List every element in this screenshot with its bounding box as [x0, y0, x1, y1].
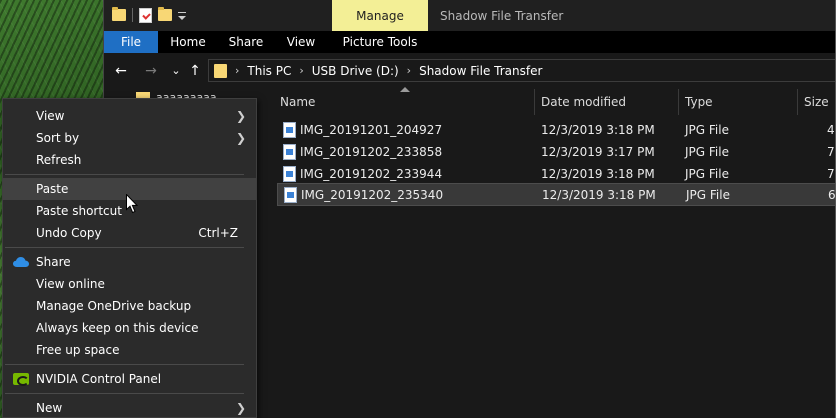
folder-icon — [214, 63, 227, 78]
file-type: JPG File — [685, 167, 729, 181]
recent-locations-icon[interactable]: ⌄ — [168, 63, 184, 79]
title-bar: Manage Shadow File Transfer — [104, 0, 835, 31]
menu-item-always-keep[interactable]: Always keep on this device — [3, 317, 256, 339]
image-file-icon — [284, 187, 297, 203]
file-type: JPG File — [685, 145, 729, 159]
chevron-right-icon[interactable]: › — [299, 64, 303, 77]
column-header-type[interactable]: Type — [679, 89, 797, 115]
menu-item-label: Paste — [36, 182, 69, 196]
image-file-icon — [283, 166, 296, 182]
menu-item-label: Sort by — [36, 131, 80, 145]
file-size: 7, — [827, 167, 835, 181]
chevron-right-icon[interactable]: › — [407, 64, 411, 77]
menu-item-label: View online — [36, 277, 105, 291]
file-name: IMG_20191202_235340 — [301, 188, 444, 202]
menu-item-label: New — [36, 401, 63, 415]
file-type: JPG File — [686, 188, 730, 202]
breadcrumb-shadow-file-transfer[interactable]: Shadow File Transfer — [419, 64, 542, 78]
menu-separator — [5, 174, 244, 175]
customize-toolbar-icon[interactable] — [178, 12, 186, 20]
quick-access-toolbar — [112, 6, 186, 24]
menu-item-label: Manage OneDrive backup — [36, 299, 192, 313]
tab-view[interactable]: View — [276, 31, 326, 53]
menu-item-label: Paste shortcut — [36, 204, 122, 218]
nvidia-icon — [13, 373, 29, 386]
toolbar-divider — [132, 8, 133, 22]
onedrive-cloud-icon — [13, 257, 29, 267]
image-file-icon — [283, 144, 296, 160]
menu-item-view-online[interactable]: View online — [3, 273, 256, 295]
menu-item-label: Free up space — [36, 343, 120, 357]
file-date: 12/3/2019 3:18 PM — [542, 188, 656, 202]
menu-item-new[interactable]: New ❯ — [3, 397, 256, 418]
file-name: IMG_20191202_233944 — [300, 167, 443, 181]
image-file-icon — [283, 122, 296, 138]
chevron-right-icon: ❯ — [235, 401, 246, 415]
menu-item-share[interactable]: Share — [3, 251, 256, 273]
menu-item-manage-onedrive-backup[interactable]: Manage OneDrive backup — [3, 295, 256, 317]
file-row-selected[interactable]: IMG_20191202_235340 12/3/2019 3:18 PM JP… — [277, 183, 836, 206]
manage-tab[interactable]: Manage — [332, 0, 428, 31]
menu-item-nvidia-control-panel[interactable]: NVIDIA Control Panel — [3, 368, 256, 390]
file-date: 12/3/2019 3:18 PM — [541, 167, 655, 181]
file-size: 4, — [827, 123, 835, 137]
menu-item-undo-copy[interactable]: Undo Copy Ctrl+Z — [3, 222, 256, 244]
menu-item-sort-by[interactable]: Sort by ❯ — [3, 127, 256, 149]
menu-item-label: NVIDIA Control Panel — [36, 372, 162, 386]
forward-arrow-icon[interactable]: → — [143, 63, 159, 79]
properties-icon[interactable] — [139, 7, 152, 23]
file-row[interactable]: IMG_20191202_233858 12/3/2019 3:17 PM JP… — [274, 141, 835, 163]
file-size: 7, — [827, 145, 835, 159]
file-name: IMG_20191201_204927 — [300, 123, 443, 137]
menu-item-view[interactable]: View ❯ — [3, 105, 256, 127]
file-size: 6, — [828, 188, 836, 202]
file-name: IMG_20191202_233858 — [300, 145, 443, 159]
chevron-right-icon: ❯ — [235, 131, 246, 145]
column-header-date-modified[interactable]: Date modified — [535, 89, 678, 115]
mouse-cursor-icon — [126, 194, 138, 214]
menu-item-free-up-space[interactable]: Free up space — [3, 339, 256, 361]
breadcrumb-usb-drive[interactable]: USB Drive (D:) — [312, 64, 399, 78]
navigation-bar: ← → ⌄ ↑ › This PC › USB Drive (D:) › Sha… — [104, 53, 835, 89]
column-header-size[interactable]: Size — [798, 89, 835, 115]
file-row[interactable]: IMG_20191202_233944 12/3/2019 3:18 PM JP… — [274, 163, 835, 185]
window-title: Shadow File Transfer — [440, 8, 564, 23]
tab-file[interactable]: File — [104, 31, 158, 53]
breadcrumb-this-pc[interactable]: This PC — [247, 64, 291, 78]
menu-item-shortcut: Ctrl+Z — [198, 226, 238, 240]
up-arrow-icon[interactable]: ↑ — [187, 63, 203, 79]
ribbon-tabs: File Home Share View Picture Tools — [104, 31, 835, 53]
menu-separator — [5, 393, 244, 394]
menu-separator — [5, 364, 244, 365]
folder-icon — [112, 7, 126, 21]
file-row[interactable]: IMG_20191201_204927 12/3/2019 3:18 PM JP… — [274, 119, 835, 141]
context-menu: View ❯ Sort by ❯ Refresh Paste Paste sho… — [2, 98, 257, 418]
chevron-right-icon[interactable]: › — [235, 64, 239, 77]
tab-picture-tools[interactable]: Picture Tools — [332, 31, 428, 53]
address-bar[interactable]: › This PC › USB Drive (D:) › Shadow File… — [208, 59, 835, 82]
file-date: 12/3/2019 3:17 PM — [541, 145, 655, 159]
new-folder-icon[interactable] — [158, 7, 172, 21]
menu-item-refresh[interactable]: Refresh — [3, 149, 256, 171]
file-date: 12/3/2019 3:18 PM — [541, 123, 655, 137]
menu-item-label: Always keep on this device — [36, 321, 199, 335]
file-type: JPG File — [685, 123, 729, 137]
tab-home[interactable]: Home — [160, 31, 216, 53]
menu-item-label: Refresh — [36, 153, 82, 167]
back-arrow-icon[interactable]: ← — [113, 63, 129, 79]
tab-share[interactable]: Share — [218, 31, 274, 53]
column-header-name[interactable]: Name — [274, 89, 534, 115]
menu-item-label: Share — [36, 255, 71, 269]
menu-separator — [5, 247, 244, 248]
menu-item-label: Undo Copy — [36, 226, 102, 240]
menu-item-label: View — [36, 109, 65, 123]
chevron-right-icon: ❯ — [235, 109, 246, 123]
